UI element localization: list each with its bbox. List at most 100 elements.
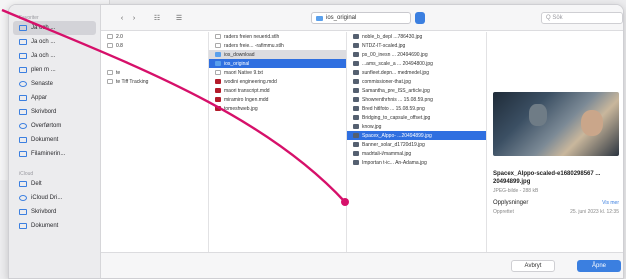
file-row[interactable] <box>101 50 208 59</box>
file-row[interactable]: Banner_solar_d1720d19.jpg <box>347 140 486 149</box>
sidebar-item-label: Ja och ... <box>31 53 56 59</box>
file-row[interactable]: miramiro Ingen.mdd <box>209 95 346 104</box>
file-row[interactable]: madrtali-i/mammal.jpg <box>347 149 486 158</box>
file-row[interactable]: noble_b_depl ...786430.jpg <box>347 32 486 41</box>
shared-folder-icon <box>19 181 27 187</box>
file-name: miramiro Ingen.mdd <box>224 96 269 103</box>
file-name: 2.0 <box>116 33 123 40</box>
file-name: NTDZ-IT-scaled.jpg <box>362 42 406 49</box>
file-name: Showrenthrhnis ... 15.08.59.png <box>362 96 433 103</box>
file-row[interactable]: 0.8 <box>101 41 208 50</box>
file-row[interactable]: know.jpg <box>347 122 486 131</box>
image-file-icon <box>353 160 359 165</box>
show-more-link[interactable]: Vis mer <box>602 200 619 206</box>
column-files: noble_b_depl ...786430.jpg NTDZ-IT-scaled… <box>347 32 487 252</box>
file-row[interactable]: 2.0 <box>101 32 208 41</box>
sidebar-item-label: Skrivbord <box>31 209 57 215</box>
sidebar-item-label: Dokument <box>31 137 59 143</box>
column-folder: raders freien neuerid.stlh raders freie..… <box>209 32 347 252</box>
search-input[interactable]: Q Sök <box>541 12 623 24</box>
sidebar-item[interactable]: Filaminerin... <box>9 147 100 161</box>
open-button[interactable]: Åpne <box>577 260 621 272</box>
location-popup-arrow[interactable] <box>415 12 425 24</box>
file-name: sunfleet.depn... medmedel.jpg <box>362 69 429 76</box>
sidebar-item-icloud-desktop[interactable]: Skrivbord <box>9 205 100 219</box>
sidebar-heading-favorites: Favoriter <box>19 15 39 21</box>
forward-button[interactable]: › <box>129 12 139 24</box>
image-file-icon <box>353 106 359 111</box>
file-row[interactable]: NTDZ-IT-scaled.jpg <box>347 41 486 50</box>
file-row[interactable]: Spacex_Alppo- ...20494899.jpg <box>347 131 486 140</box>
file-icon <box>215 106 221 111</box>
file-row[interactable]: Samantha_pre_ISS_article.jpg <box>347 86 486 95</box>
file-name: tomeshweb.jpg <box>224 105 258 112</box>
folder-icon <box>19 25 27 31</box>
file-row[interactable]: raders freie... -rafimmu.stlh <box>209 41 346 50</box>
sidebar-item[interactable]: Ja och ... <box>9 35 100 49</box>
clock-icon <box>19 81 27 87</box>
file-row[interactable]: maori transcript.mdd <box>209 86 346 95</box>
file-name: ps_00_inesn ... 20494690.jpg <box>362 51 428 58</box>
file-row[interactable]: te <box>101 68 208 77</box>
file-row[interactable]: raders freien neuerid.stlh <box>209 32 346 41</box>
image-file-icon <box>353 124 359 129</box>
file-name: ...ams_scale_a ... 20494800.jpg <box>362 60 433 67</box>
sidebar-item[interactable]: plen m ... <box>9 63 100 77</box>
sidebar-item[interactable]: Ja och ... <box>13 21 96 35</box>
sidebar-item-label: Overførtom <box>31 123 62 129</box>
file-row[interactable]: maori Native 9.txt <box>209 68 346 77</box>
file-icon <box>215 34 221 39</box>
back-button[interactable]: ‹ <box>117 12 127 24</box>
file-icon <box>107 70 113 75</box>
file-row[interactable]: wodini engineering.mdd <box>209 77 346 86</box>
file-row[interactable]: Bred hitlfoto ... 15.08.59.png <box>347 104 486 113</box>
file-row[interactable]: ios_download <box>209 50 346 59</box>
sidebar-item-icloud-drive[interactable]: iCloud Dri... <box>9 191 100 205</box>
file-row[interactable]: commissioner-that.jpg <box>347 77 486 86</box>
dialog-footer: Avbryt Åpne <box>101 252 623 278</box>
file-row[interactable]: Importan t-ic... An-Adama.jpg <box>347 158 486 167</box>
folder-icon <box>215 52 221 57</box>
file-row[interactable]: Bridging_to_capsule_offset.jpg <box>347 113 486 122</box>
folder-icon <box>19 39 27 45</box>
file-row[interactable]: sunfleet.depn... medmedel.jpg <box>347 68 486 77</box>
file-name: noble_b_depl ...786430.jpg <box>362 33 423 40</box>
document-icon <box>19 223 27 229</box>
sidebar-item-applications[interactable]: Appar <box>9 91 100 105</box>
desktop-icon <box>19 209 27 215</box>
file-row[interactable]: ps_00_inesn ... 20494690.jpg <box>347 50 486 59</box>
location-popup[interactable]: ios_original <box>311 12 411 24</box>
download-icon <box>19 123 27 129</box>
file-name: Banner_solar_d1720d19.jpg <box>362 141 425 148</box>
file-row[interactable]: te Tiff Tracking <box>101 77 208 86</box>
file-row[interactable]: tomeshweb.jpg <box>209 104 346 113</box>
file-icon <box>215 43 221 48</box>
sidebar-item-label: Ja och ... <box>31 25 56 31</box>
file-row[interactable]: ...ams_scale_a ... 20494800.jpg <box>347 59 486 68</box>
preview-meta: JPEG-bilde - 288 kB <box>493 188 539 194</box>
sidebar-item-downloads[interactable]: Overførtom <box>9 119 100 133</box>
file-row[interactable] <box>101 59 208 68</box>
view-mode-button[interactable]: ☷ <box>149 12 165 24</box>
folder-icon <box>19 67 27 73</box>
folder-icon <box>19 151 27 157</box>
sidebar-item-documents[interactable]: Dokument <box>9 133 100 147</box>
sidebar-item-label: Senaste <box>31 81 54 87</box>
document-icon <box>19 137 27 143</box>
sidebar-item[interactable]: Ja och ... <box>9 49 100 63</box>
file-name: Samantha_pre_ISS_article.jpg <box>362 87 430 94</box>
info-heading: Opplysninger <box>493 200 529 206</box>
sidebar-item-desktop[interactable]: Skrivbord <box>9 105 100 119</box>
file-row[interactable]: Showrenthrhnis ... 15.08.59.png <box>347 95 486 104</box>
file-name: Importan t-ic... An-Adama.jpg <box>362 159 427 166</box>
file-icon <box>107 34 113 39</box>
sidebar-item-label: Ja och ... <box>31 39 56 45</box>
sidebar-item-icloud-documents[interactable]: Dokument <box>9 219 100 233</box>
sidebar-item-label: Delt <box>31 181 42 187</box>
cancel-button[interactable]: Avbryt <box>511 260 555 272</box>
sidebar-item-recents[interactable]: Senaste <box>9 77 100 91</box>
group-button[interactable]: ☰ <box>171 12 187 24</box>
file-row[interactable]: ios_original <box>209 59 346 68</box>
toolbar: ‹ › ☷ ☰ ios_original Q Sök <box>101 5 623 31</box>
sidebar-item-shared[interactable]: Delt <box>9 177 100 191</box>
